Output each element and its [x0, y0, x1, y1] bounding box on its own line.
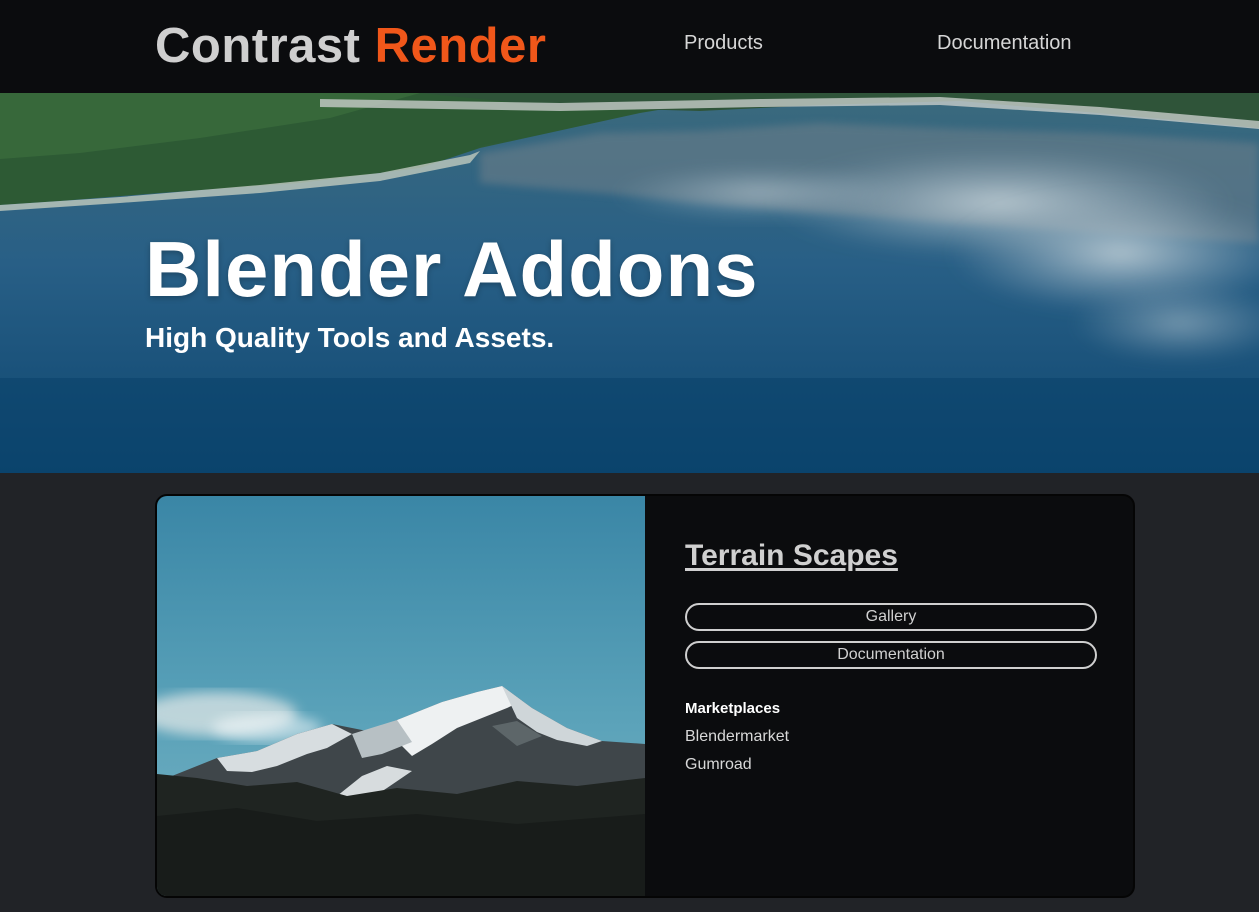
- logo-text-render: Render: [374, 19, 547, 73]
- hero-banner: Blender Addons High Quality Tools and As…: [0, 93, 1259, 473]
- product-title-link[interactable]: Terrain Scapes: [685, 538, 898, 574]
- marketplace-link-blendermarket[interactable]: Blendermarket: [685, 727, 789, 747]
- nav-link-products[interactable]: Products: [684, 31, 763, 55]
- logo-text-contrast: Contrast: [155, 19, 361, 73]
- site-logo[interactable]: Contrast Render: [155, 18, 546, 74]
- product-card: Terrain Scapes Gallery Documentation Mar…: [155, 494, 1135, 898]
- nav-link-documentation[interactable]: Documentation: [937, 31, 1072, 55]
- hero-subtitle: High Quality Tools and Assets.: [145, 322, 555, 353]
- marketplace-link-gumroad[interactable]: Gumroad: [685, 755, 752, 775]
- product-image-mountain[interactable]: [157, 496, 645, 896]
- mountain-photo: [157, 496, 645, 896]
- top-navigation-bar: Contrast Render Products Documentation: [0, 0, 1259, 93]
- marketplaces-heading: Marketplaces: [685, 700, 781, 717]
- gallery-button[interactable]: Gallery: [685, 603, 1097, 631]
- hero-title: Blender Addons: [145, 225, 759, 313]
- documentation-button[interactable]: Documentation: [685, 641, 1097, 669]
